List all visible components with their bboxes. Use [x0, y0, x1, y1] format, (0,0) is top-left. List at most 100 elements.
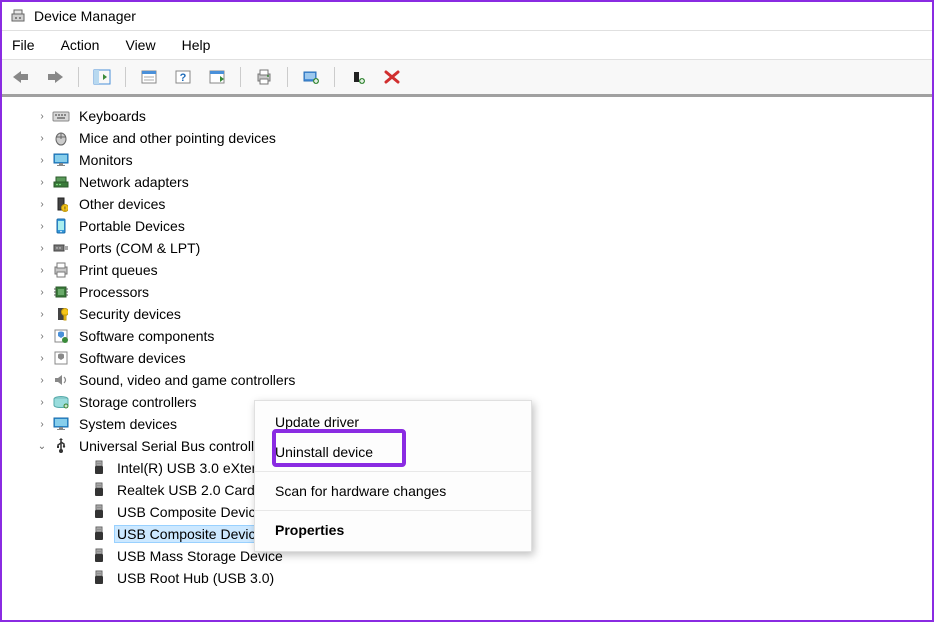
- chevron-icon[interactable]: ›: [36, 242, 48, 254]
- other-icon: !: [52, 195, 70, 213]
- chevron-icon[interactable]: ⌄: [36, 440, 48, 452]
- tree-item-label: Portable Devices: [76, 217, 188, 235]
- tree-item[interactable]: › Software components: [6, 325, 928, 347]
- storage-icon: [52, 393, 70, 411]
- context-menu-item[interactable]: Scan for hardware changes: [255, 476, 531, 506]
- tree-item-label: Ports (COM & LPT): [76, 239, 203, 257]
- tree-item-label: Monitors: [76, 151, 136, 169]
- context-menu-item[interactable]: Update driver: [255, 407, 531, 437]
- sound-icon: [52, 371, 70, 389]
- tree-item[interactable]: › Print queues: [6, 259, 928, 281]
- port-icon: [52, 239, 70, 257]
- toolbar-separator: [240, 67, 241, 87]
- chevron-icon[interactable]: ›: [36, 198, 48, 210]
- print-button[interactable]: [251, 64, 277, 90]
- cpu-icon: [52, 283, 70, 301]
- chevron-icon[interactable]: ›: [36, 286, 48, 298]
- back-button[interactable]: [8, 64, 34, 90]
- context-menu-item[interactable]: Uninstall device: [255, 437, 531, 467]
- tree-item-label: USB Composite Device: [114, 525, 266, 543]
- context-menu-separator: [255, 510, 531, 511]
- tree-item-label: USB Root Hub (USB 3.0): [114, 569, 277, 587]
- tree-item[interactable]: › Portable Devices: [6, 215, 928, 237]
- softdev-icon: [52, 349, 70, 367]
- usb-plug-icon: [90, 503, 108, 521]
- tree-item[interactable]: ›! Other devices: [6, 193, 928, 215]
- keyboard-icon: [52, 107, 70, 125]
- tree-item-label: Storage controllers: [76, 393, 200, 411]
- window-title: Device Manager: [34, 8, 136, 24]
- svg-text:?: ?: [180, 72, 187, 84]
- title-bar: Device Manager: [2, 2, 932, 31]
- context-menu: Update driverUninstall device Scan for ha…: [254, 400, 532, 552]
- show-hide-console-tree-button[interactable]: [89, 64, 115, 90]
- tree-item-label: Software components: [76, 327, 217, 345]
- tree-item[interactable]: ›Mice and other pointing devices: [6, 127, 928, 149]
- tree-item[interactable]: › Processors: [6, 281, 928, 303]
- view-button[interactable]: [204, 64, 230, 90]
- chevron-icon[interactable]: ›: [36, 330, 48, 342]
- enable-device-button[interactable]: [345, 64, 371, 90]
- usb-icon: [52, 437, 70, 455]
- tree-item-label: Print queues: [76, 261, 161, 279]
- menu-action[interactable]: Action: [57, 35, 104, 55]
- toolbar: ?: [2, 60, 932, 97]
- chevron-icon[interactable]: ›: [36, 154, 48, 166]
- chevron-icon[interactable]: ›: [36, 220, 48, 232]
- help-button[interactable]: ?: [170, 64, 196, 90]
- tree-item-label: Processors: [76, 283, 152, 301]
- security-icon: [52, 305, 70, 323]
- chevron-icon[interactable]: ›: [36, 110, 48, 122]
- tree-item[interactable]: › Network adapters: [6, 171, 928, 193]
- toolbar-separator: [287, 67, 288, 87]
- toolbar-separator: [125, 67, 126, 87]
- menu-bar: File Action View Help: [2, 31, 932, 60]
- system-icon: [52, 415, 70, 433]
- tree-item-label: Universal Serial Bus controllers: [76, 437, 277, 455]
- chevron-icon[interactable]: ›: [36, 308, 48, 320]
- tree-item-label: Other devices: [76, 195, 168, 213]
- usb-plug-icon: [90, 569, 108, 587]
- tree-item-label: Security devices: [76, 305, 184, 323]
- toolbar-separator: [334, 67, 335, 87]
- chevron-icon[interactable]: ›: [36, 374, 48, 386]
- remove-device-button[interactable]: [379, 64, 405, 90]
- menu-help[interactable]: Help: [178, 35, 215, 55]
- printer-icon: [52, 261, 70, 279]
- monitor-icon: [52, 151, 70, 169]
- usb-plug-icon: [90, 459, 108, 477]
- tree-item[interactable]: › Ports (COM & LPT): [6, 237, 928, 259]
- tree-item[interactable]: › Software devices: [6, 347, 928, 369]
- tree-item[interactable]: › Sound, video and game controllers: [6, 369, 928, 391]
- tree-item-label: Realtek USB 2.0 Card: [114, 481, 258, 499]
- chevron-icon[interactable]: ›: [36, 132, 48, 144]
- usb-plug-icon: [90, 481, 108, 499]
- chevron-icon[interactable]: ›: [36, 176, 48, 188]
- context-menu-item[interactable]: Properties: [255, 515, 531, 545]
- chevron-icon[interactable]: ›: [36, 264, 48, 276]
- chevron-icon[interactable]: ›: [36, 352, 48, 364]
- toolbar-separator: [78, 67, 79, 87]
- tree-item-label: Network adapters: [76, 173, 192, 191]
- softcomp-icon: [52, 327, 70, 345]
- update-driver-button[interactable]: [298, 64, 324, 90]
- properties-button[interactable]: [136, 64, 162, 90]
- usb-plug-icon: [90, 547, 108, 565]
- tree-item[interactable]: › Keyboards: [6, 105, 928, 127]
- tree-item-label: Software devices: [76, 349, 189, 367]
- tree-item[interactable]: › Security devices: [6, 303, 928, 325]
- portable-icon: [52, 217, 70, 235]
- tree-item[interactable]: › Monitors: [6, 149, 928, 171]
- app-icon: [10, 8, 26, 24]
- tree-child-item[interactable]: ›USB Root Hub (USB 3.0): [6, 567, 928, 589]
- menu-view[interactable]: View: [121, 35, 159, 55]
- mouse-icon: [52, 129, 70, 147]
- tree-item-label: USB Composite Devic: [114, 503, 259, 521]
- tree-item-label: Keyboards: [76, 107, 149, 125]
- context-menu-separator: [255, 471, 531, 472]
- forward-button[interactable]: [42, 64, 68, 90]
- tree-item-label: Sound, video and game controllers: [76, 371, 298, 389]
- chevron-icon[interactable]: ›: [36, 418, 48, 430]
- chevron-icon[interactable]: ›: [36, 396, 48, 408]
- menu-file[interactable]: File: [8, 35, 39, 55]
